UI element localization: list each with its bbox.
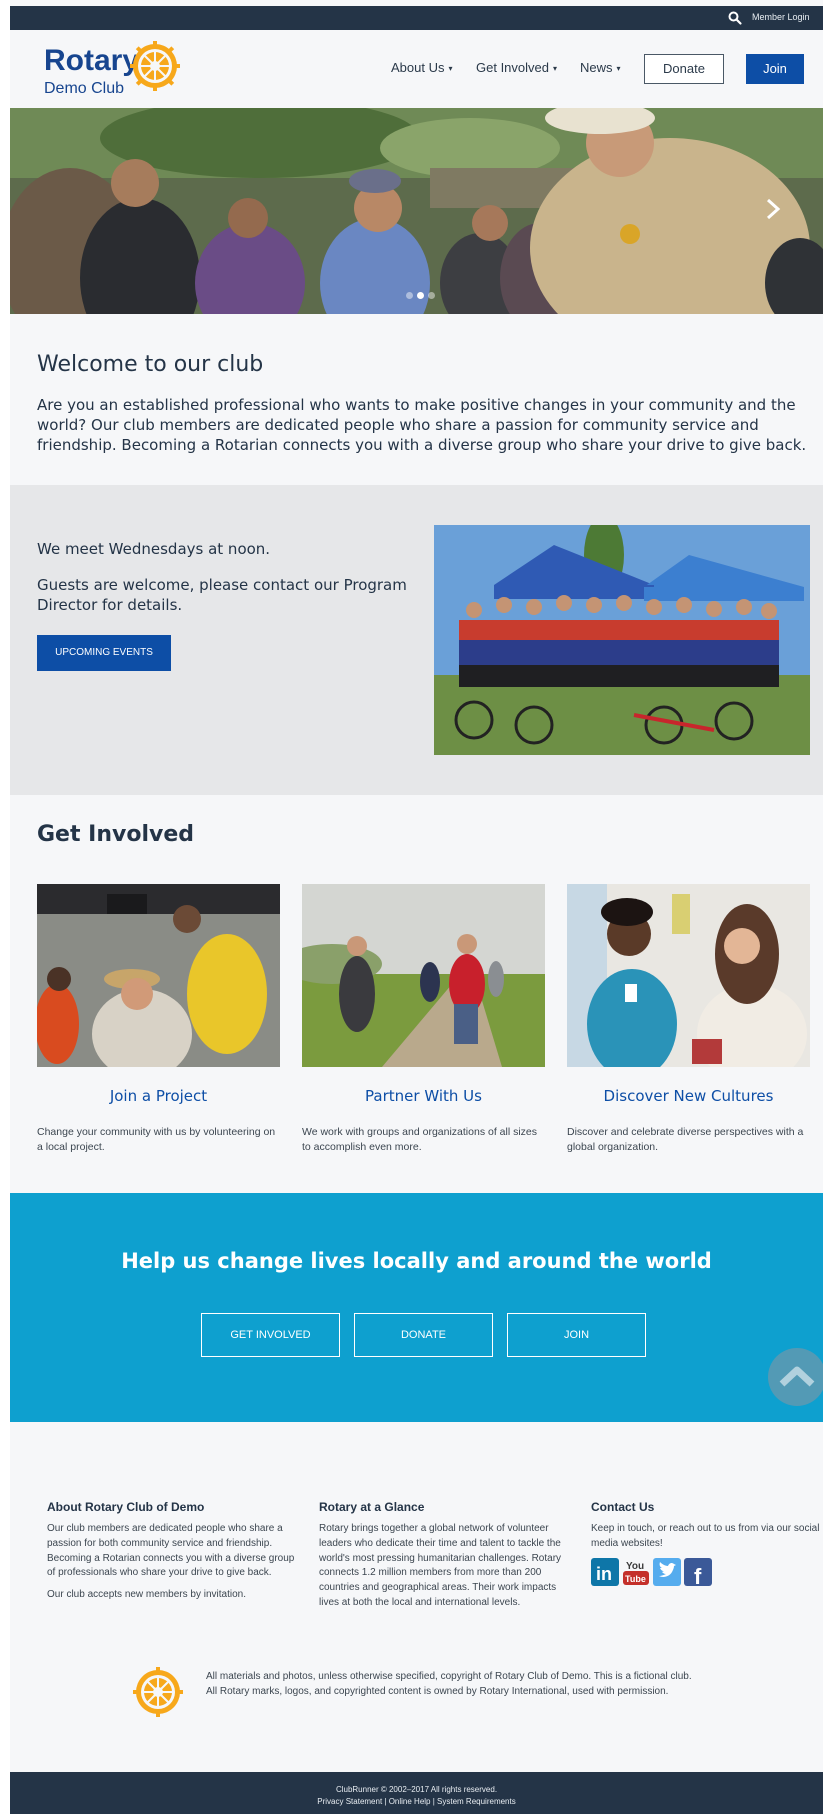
cta-get-involved-button[interactable]: GET INVOLVED <box>201 1313 340 1357</box>
member-login-link[interactable]: Member Login <box>752 12 810 22</box>
trademark-line: All Rotary marks, logos, and copyrighted… <box>206 1686 669 1697</box>
bottom-bar: ClubRunner © 2002–2017 All rights reserv… <box>10 1772 823 1814</box>
nav-about-us-label: About Us <box>391 60 445 75</box>
search-icon[interactable] <box>727 10 743 26</box>
footer-about: About Rotary Club of Demo Our club membe… <box>47 1500 297 1603</box>
card-photo-cultures <box>567 884 810 1084</box>
rotary-wheel-icon <box>133 1667 183 1717</box>
linkedin-icon[interactable]: in <box>591 1558 619 1586</box>
card-photo-project <box>35 884 280 1079</box>
nav-get-involved[interactable]: Get Involved ▾ <box>476 60 557 75</box>
footer-links[interactable]: Privacy Statement | Online Help | System… <box>10 1797 823 1806</box>
copyright-line: All materials and photos, unless otherwi… <box>206 1671 692 1682</box>
facebook-glyph: f <box>694 1564 702 1586</box>
header-donate-button[interactable]: Donate <box>644 54 724 84</box>
card-join-project[interactable]: Join a Project Change your community wit… <box>35 884 280 1155</box>
site-header: Rotary Demo Club About Us ▾ Get Involved… <box>10 30 823 108</box>
chevron-down-icon: ▾ <box>448 64 453 74</box>
footer-glance-title: Rotary at a Glance <box>319 1500 425 1514</box>
footer-glance-text: Rotary brings together a global network … <box>319 1523 562 1608</box>
hero-carousel[interactable] <box>10 108 823 314</box>
footer-about-title: About Rotary Club of Demo <box>47 1500 205 1514</box>
header-join-button[interactable]: Join <box>746 54 804 84</box>
cta-donate-button[interactable]: DONATE <box>354 1313 493 1357</box>
card-text: Discover and celebrate diverse perspecti… <box>567 1126 804 1153</box>
upcoming-events-button[interactable]: UPCOMING EVENTS <box>37 635 171 671</box>
nav-news[interactable]: News ▾ <box>580 60 621 75</box>
card-partner-with-us[interactable]: Partner With Us We work with groups and … <box>282 884 545 1155</box>
card-title[interactable]: Discover New Cultures <box>567 1087 810 1105</box>
welcome-text: Are you an established professional who … <box>37 396 807 454</box>
nav-news-label: News <box>580 60 613 75</box>
copyright-notice: All materials and photos, unless otherwi… <box>206 1669 692 1699</box>
logo-wordmark: Rotary <box>44 44 140 77</box>
card-photo-partner <box>282 884 545 1067</box>
rotary-wheel-icon <box>130 41 180 91</box>
youtube-you: You <box>626 1561 644 1572</box>
footer-contact: Contact Us Keep in touch, or reach out t… <box>591 1500 823 1552</box>
card-text: We work with groups and organizations of… <box>302 1126 538 1153</box>
chevron-down-icon: ▾ <box>616 64 621 74</box>
twitter-icon[interactable] <box>653 1558 681 1586</box>
nav-get-involved-label: Get Involved <box>476 60 549 75</box>
cta-section: Help us change lives locally and around … <box>10 1193 823 1422</box>
card-text: Change your community with us by volunte… <box>37 1126 276 1153</box>
meeting-section: We meet Wednesdays at noon. Guests are w… <box>10 485 823 795</box>
carousel-dot[interactable] <box>406 292 413 299</box>
welcome-heading: Welcome to our club <box>37 352 264 377</box>
chevron-down-icon: ▾ <box>553 64 558 74</box>
logo-club-name: Demo Club <box>44 80 125 97</box>
chevron-right-icon[interactable] <box>764 198 782 220</box>
card-title[interactable]: Partner With Us <box>302 1087 545 1105</box>
back-to-top-button[interactable] <box>768 1348 823 1406</box>
footer-about-membership: Our club accepts new members by invitati… <box>47 1589 246 1601</box>
clubrunner-copyright: ClubRunner © 2002–2017 All rights reserv… <box>335 1785 498 1794</box>
utility-bar: Member Login <box>10 6 823 30</box>
footer-glance: Rotary at a Glance Rotary brings togethe… <box>319 1500 575 1611</box>
youtube-tube: Tube <box>625 1574 646 1584</box>
linkedin-glyph: in <box>596 1564 612 1584</box>
footer-contact-text: Keep in touch, or reach out to us from v… <box>591 1523 820 1549</box>
chevron-up-icon <box>779 1366 815 1387</box>
card-title[interactable]: Join a Project <box>37 1087 280 1105</box>
footer-contact-title: Contact Us <box>591 1500 655 1514</box>
footer-about-text: Our club members are dedicated people wh… <box>47 1523 295 1579</box>
facebook-icon[interactable]: f <box>684 1558 712 1586</box>
carousel-indicators <box>406 284 439 303</box>
cta-join-button[interactable]: JOIN <box>507 1313 646 1357</box>
card-discover-cultures[interactable]: Discover New Cultures Discover and celeb… <box>567 884 810 1155</box>
meeting-time-text: We meet Wednesdays at noon. <box>37 540 271 558</box>
page: Member Login Rotary Demo Club About Us ▾… <box>10 0 823 1814</box>
carousel-dot[interactable] <box>417 292 424 299</box>
guests-text: Guests are welcome, please contact our P… <box>37 576 407 614</box>
get-involved-heading: Get Involved <box>37 822 195 847</box>
cycling-team-photo <box>434 525 810 755</box>
nav-about-us[interactable]: About Us ▾ <box>391 60 453 75</box>
youtube-icon[interactable]: You Tube <box>622 1558 650 1586</box>
cta-heading: Help us change lives locally and around … <box>121 1249 712 1273</box>
carousel-dot[interactable] <box>428 292 435 299</box>
